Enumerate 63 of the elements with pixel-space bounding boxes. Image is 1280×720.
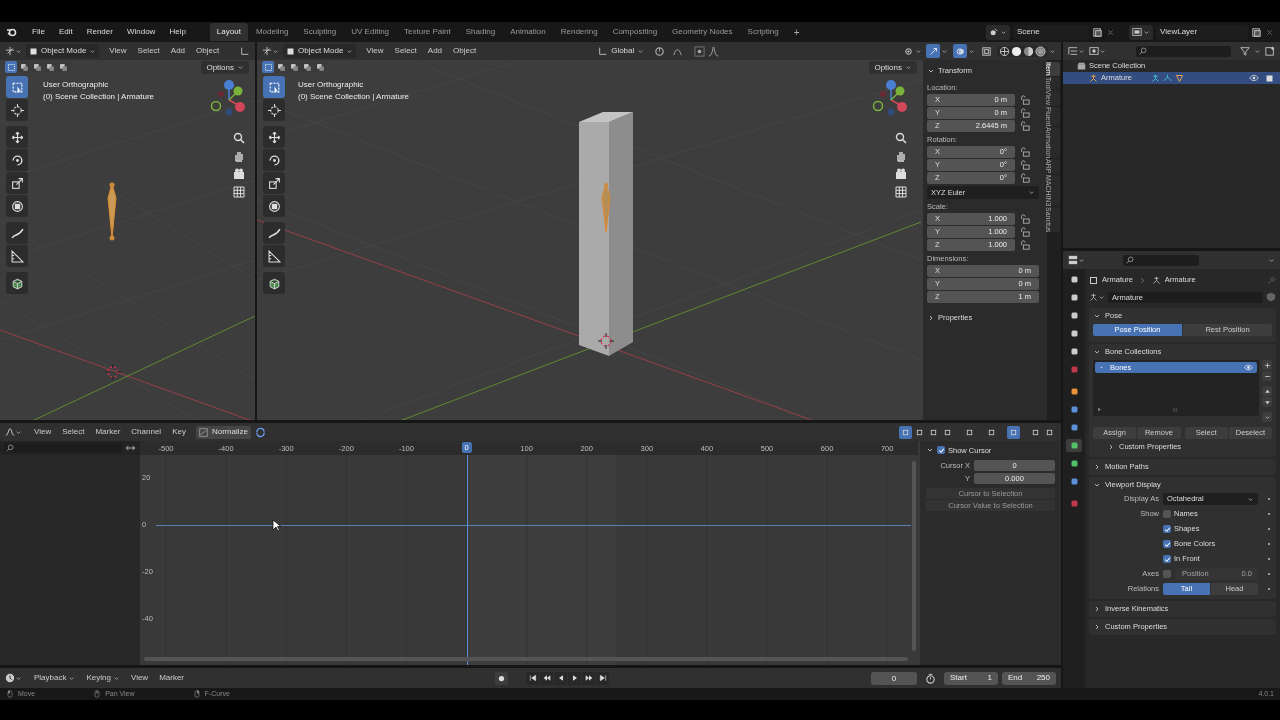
toggle-label: Normalize [211, 426, 248, 439]
workspace-tab[interactable]: Shading [458, 23, 503, 41]
menu-label: Keying [86, 672, 111, 685]
workspace-tab[interactable]: UV Editing [344, 23, 397, 41]
options-dropdown[interactable]: Options [201, 61, 249, 74]
menu-item[interactable]: Key [167, 426, 191, 439]
menu-item[interactable]: File [26, 24, 51, 40]
collection-label: (0) Scene Collection | Armature [43, 91, 154, 103]
menu-label: Marker [159, 672, 185, 685]
add-workspace-button[interactable]: + [787, 24, 806, 40]
menu-dropdown[interactable]: Marker [154, 672, 190, 685]
menu-item[interactable]: Select [57, 426, 90, 439]
menu-label: Playback [34, 672, 67, 685]
menu-item[interactable]: Object [448, 45, 482, 57]
view-name: User Orthographic [298, 79, 364, 91]
end-frame-field[interactable]: End 250 [1002, 671, 1056, 685]
workspace-tab[interactable]: Animation [503, 23, 553, 41]
menu-item[interactable]: Edit [52, 24, 79, 40]
field-value: 250 [1036, 672, 1050, 685]
menu-item[interactable]: Select [132, 45, 165, 57]
mode-dropdown[interactable]: Object Mode [283, 44, 357, 58]
menu-dropdown[interactable]: Keying [81, 672, 125, 685]
workspace-tab[interactable]: Texture Paint [397, 23, 458, 41]
field-label: Start [950, 672, 967, 685]
menu-item[interactable]: Add [165, 45, 191, 57]
field-value: 1 [987, 672, 992, 685]
menu-item[interactable]: Render [80, 24, 119, 40]
options-label: Options [874, 61, 902, 74]
name-field[interactable]: ViewLayer [1156, 24, 1248, 40]
menu-item[interactable]: View [361, 45, 389, 57]
frame-field[interactable]: 0 [871, 671, 917, 685]
menu-dropdown[interactable]: Playback [29, 672, 81, 685]
menu-item[interactable]: Marker [90, 426, 126, 439]
options-label: Options [206, 61, 234, 74]
menu-item[interactable]: Channel [126, 426, 167, 439]
orientation-dropdown[interactable]: Global [595, 45, 648, 57]
workspace-tab[interactable]: Modeling [248, 23, 296, 41]
view-name: User Orthographic [43, 79, 109, 91]
menu-label: View [130, 672, 149, 685]
mode-label: Object Mode [298, 45, 344, 57]
field-label: End [1008, 672, 1023, 685]
mode-label: Object Mode [41, 45, 87, 57]
normalize-toggle[interactable]: Normalize [195, 425, 251, 439]
menu-item[interactable]: Help [163, 24, 192, 40]
menu-item[interactable]: Add [422, 45, 448, 57]
menu-item[interactable]: Window [120, 24, 162, 40]
workspace-tab[interactable]: Sculpting [296, 23, 344, 41]
mode-dropdown[interactable]: Object Mode [26, 44, 100, 58]
start-frame-field[interactable]: Start 1 [944, 671, 998, 685]
workspace-tab[interactable]: Scripting [740, 23, 786, 41]
name-field[interactable]: Scene [1013, 24, 1089, 40]
orientation-label: Global [611, 45, 635, 57]
menu-item[interactable]: View [29, 426, 57, 439]
menu-dropdown[interactable]: View [125, 672, 154, 685]
menu-item[interactable]: Object [191, 45, 225, 57]
workspace-tab[interactable]: Layout [209, 23, 248, 41]
workspace-tab[interactable]: Compositing [605, 23, 665, 41]
workspace-tab[interactable]: Rendering [553, 23, 605, 41]
collection-label: (0) Scene Collection | Armature [298, 91, 409, 103]
menu-item[interactable]: Select [389, 45, 422, 57]
workspace-tab[interactable]: Geometry Nodes [665, 23, 740, 41]
options-dropdown[interactable]: Options [869, 61, 917, 74]
menu-item[interactable]: View [104, 45, 132, 57]
